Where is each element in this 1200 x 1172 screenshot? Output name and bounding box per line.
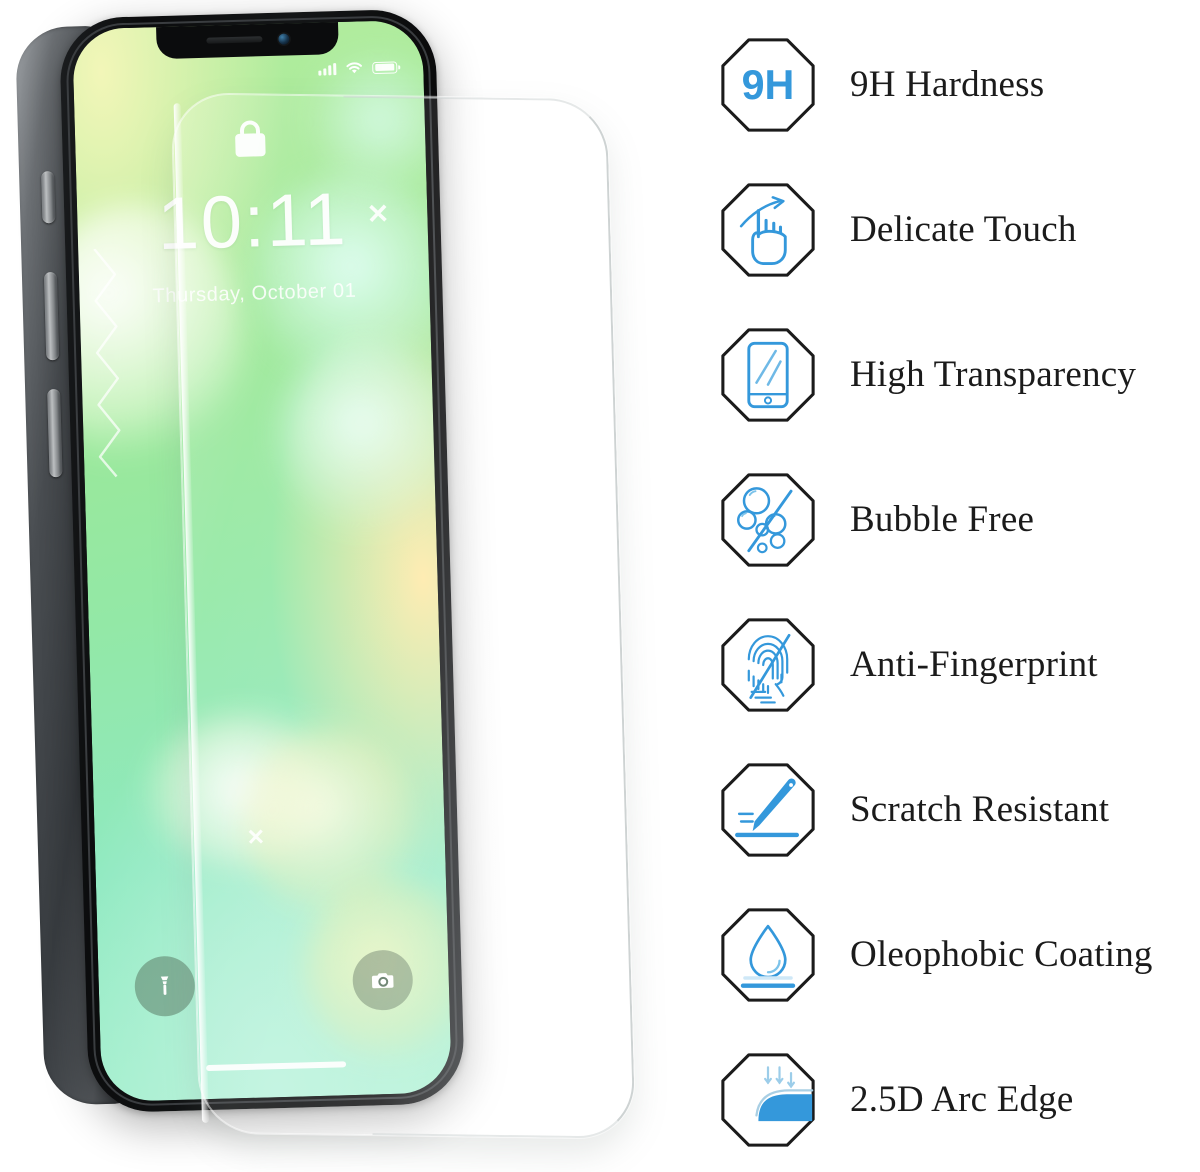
volume-down-button[interactable] xyxy=(47,388,63,478)
decor-x-mark: ✕ xyxy=(246,824,266,850)
feature-label: Anti-Fingerprint xyxy=(850,644,1098,685)
front-camera-icon xyxy=(277,32,290,45)
arc-edge-icon xyxy=(720,1052,816,1148)
feature-label: 2.5D Arc Edge xyxy=(850,1079,1074,1120)
cellular-signal-icon xyxy=(318,62,337,76)
anti-fingerprint-icon xyxy=(720,617,816,713)
feature-row: Delicate Touch xyxy=(720,157,1200,302)
scratch-resistant-icon xyxy=(720,762,816,858)
phone-screen: 10:11 Thursday, October 01 ✕ ✕ xyxy=(72,19,452,1103)
flashlight-icon xyxy=(160,976,169,995)
feature-label: High Transparency xyxy=(850,354,1137,395)
phone-body: 10:11 Thursday, October 01 ✕ ✕ xyxy=(58,8,466,1114)
feature-label: 9H Hardness xyxy=(850,64,1045,105)
feature-row: Bubble Free xyxy=(720,447,1200,592)
feature-row: 2.5D Arc Edge xyxy=(720,1027,1200,1172)
volume-up-button[interactable] xyxy=(43,272,60,361)
smartphone: 10:11 Thursday, October 01 ✕ ✕ xyxy=(15,8,466,1114)
bubble-free-icon xyxy=(720,472,816,568)
hardness-badge-text: 9H xyxy=(742,62,795,108)
decor-zigzag-icon xyxy=(93,248,121,478)
battery-icon xyxy=(372,60,398,74)
camera-icon xyxy=(371,972,394,988)
home-indicator xyxy=(206,1061,347,1072)
feature-row: Scratch Resistant xyxy=(720,737,1200,882)
delicate-touch-icon xyxy=(720,182,816,278)
phone-notch xyxy=(155,20,339,60)
flashlight-shortcut[interactable] xyxy=(134,955,196,1018)
9h-hardness-icon: 9H xyxy=(720,37,816,133)
lock-icon xyxy=(235,120,266,157)
feature-row: 9H 9H Hardness xyxy=(720,12,1200,157)
feature-label: Bubble Free xyxy=(850,499,1035,540)
feature-row: Oleophobic Coating xyxy=(720,882,1200,1027)
status-bar xyxy=(318,60,398,76)
feature-label: Scratch Resistant xyxy=(850,789,1110,830)
feature-row: High Transparency xyxy=(720,302,1200,447)
wifi-icon xyxy=(346,62,363,74)
product-feature-graphic: 10:11 Thursday, October 01 ✕ ✕ 9H 9H Har… xyxy=(0,0,1200,1160)
feature-label: Delicate Touch xyxy=(850,209,1077,250)
earpiece-speaker-icon xyxy=(205,36,263,44)
decor-x-mark: ✕ xyxy=(366,198,390,230)
oleophobic-coating-icon xyxy=(720,907,816,1003)
mute-switch[interactable] xyxy=(41,171,56,224)
glass-speaker-cutout xyxy=(559,55,657,74)
feature-list: 9H 9H Hardness Delicate Touch High Trans… xyxy=(710,0,1200,1160)
feature-label: Oleophobic Coating xyxy=(850,934,1153,975)
high-transparency-icon xyxy=(720,327,816,423)
product-photo: 10:11 Thursday, October 01 ✕ ✕ xyxy=(0,0,710,1160)
feature-row: Anti-Fingerprint xyxy=(720,592,1200,737)
